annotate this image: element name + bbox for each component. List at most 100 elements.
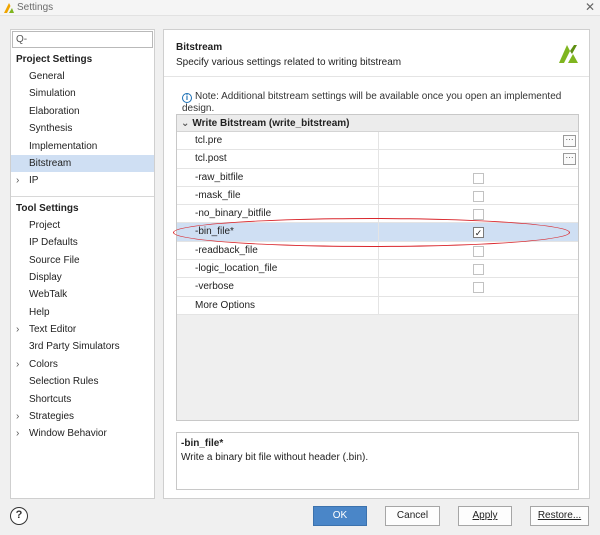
column-divider [378, 132, 379, 150]
sidebar-item-bitstream[interactable]: Bitstream [11, 154, 154, 173]
chevron-right-icon[interactable]: › [16, 408, 29, 425]
property-row-verbose[interactable]: -verbose [177, 278, 578, 297]
apply-button[interactable]: Apply [458, 506, 512, 526]
checkbox[interactable] [473, 282, 484, 294]
column-divider [378, 223, 379, 241]
property-name: -mask_file [195, 189, 241, 201]
checkbox[interactable] [473, 209, 484, 221]
sidebar-item-label: Implementation [29, 140, 98, 152]
chevron-right-icon[interactable]: › [16, 321, 29, 338]
property-row-logic-location-file[interactable]: -logic_location_file [177, 260, 578, 279]
property-name: tcl.post [195, 153, 227, 165]
sidebar-item-label: Source File [29, 254, 80, 266]
property-name: -verbose [195, 281, 234, 293]
sidebar-item-label: IP Defaults [29, 237, 78, 249]
sidebar-item-colors[interactable]: › Colors [11, 356, 154, 373]
sidebar-item-project[interactable]: Project [11, 217, 154, 234]
checkbox[interactable] [473, 245, 484, 257]
sidebar-item-label: Selection Rules [29, 376, 99, 388]
sidebar-item-display[interactable]: Display [11, 269, 154, 286]
checkbox[interactable]: ✓ [473, 227, 484, 239]
sidebar-item-label: IP [29, 175, 39, 187]
property-row-bin-file[interactable]: -bin_file* ✓ [177, 223, 578, 242]
browse-button[interactable]: ··· [563, 153, 576, 166]
sidebar-item-general[interactable]: General [11, 68, 154, 85]
chevron-right-icon[interactable]: › [16, 425, 29, 442]
sidebar-item-label: Text Editor [29, 324, 77, 336]
property-row-readback-file[interactable]: -readback_file [177, 241, 578, 261]
property-grid: ⌄ Write Bitstream (write_bitstream) tcl.p… [176, 114, 579, 421]
column-divider [378, 186, 379, 205]
vivado-brand-icon [559, 45, 578, 63]
property-row-tcl-post[interactable]: tcl.post ··· [177, 150, 578, 169]
divider [11, 195, 154, 197]
sidebar-item-ip[interactable]: › IP [11, 172, 154, 189]
chevron-right-icon[interactable]: › [16, 356, 29, 373]
search-icon: Q- [16, 34, 28, 45]
property-name: -bin_file* [195, 226, 234, 238]
checkbox[interactable] [473, 264, 484, 276]
sidebar-item-label: Project [29, 219, 61, 231]
sidebar-item-window-behavior[interactable]: › Window Behavior [11, 425, 154, 442]
help-icon[interactable]: ? [10, 507, 28, 525]
sidebar-item-text-editor[interactable]: › Text Editor [11, 321, 154, 338]
info-note-text: Note: Additional bitstream settings will… [182, 91, 562, 114]
grid-section-title: Write Bitstream (write_bitstream) [192, 118, 350, 129]
settings-nav-panel: Q- Project Settings General Simulation Elab… [10, 29, 155, 499]
sidebar-item-elaboration[interactable]: Elaboration [11, 103, 154, 120]
property-row-tcl-pre[interactable]: tcl.pre ··· [177, 132, 578, 151]
ok-button[interactable]: OK [313, 506, 367, 526]
window-title: Settings [17, 2, 54, 13]
panel-subtitle: Specify various settings related to writ… [176, 57, 402, 68]
property-row-mask-file[interactable]: -mask_file [177, 186, 578, 206]
property-name: -no_binary_bitfile [195, 208, 272, 220]
checkbox[interactable] [473, 172, 484, 184]
browse-button[interactable]: ··· [563, 135, 576, 147]
sidebar-item-selection-rules[interactable]: Selection Rules [11, 373, 154, 390]
column-divider [378, 296, 379, 314]
column-divider [378, 150, 379, 168]
sidebar-item-help[interactable]: Help [11, 304, 154, 321]
sidebar-item-source-file[interactable]: Source File [11, 252, 154, 269]
checkbox[interactable] [473, 190, 484, 202]
sidebar-item-synthesis[interactable]: Synthesis [11, 120, 154, 137]
property-name: -raw_bitfile [195, 171, 244, 183]
sidebar-item-strategies[interactable]: › Strategies [11, 408, 154, 425]
property-row-no-binary-bitfile[interactable]: -no_binary_bitfile [177, 205, 578, 224]
sidebar-item-shortcuts[interactable]: Shortcuts [11, 391, 154, 408]
panel-header: Bitstream Specify various settings relat… [164, 30, 589, 77]
restore-button[interactable]: Restore... [530, 506, 589, 526]
info-note: i Note: Additional bitstream settings wil… [182, 91, 589, 114]
search-input[interactable] [29, 33, 149, 46]
description-text: Write a binary bit file without header (… [181, 452, 369, 463]
cancel-button[interactable]: Cancel [385, 506, 440, 526]
property-row-raw-bitfile[interactable]: -raw_bitfile [177, 168, 578, 187]
sidebar-item-label: Strategies [29, 411, 75, 423]
panel-title: Bitstream [176, 42, 223, 53]
grid-section-header[interactable]: ⌄ Write Bitstream (write_bitstream) [177, 115, 578, 132]
property-rows: tcl.pre ··· tcl.post ··· -raw_bitfile -mask_f… [177, 132, 578, 315]
description-box: -bin_file* Write a binary bit file witho… [176, 432, 579, 490]
property-name: tcl.pre [195, 135, 223, 146]
close-icon[interactable]: ✕ [585, 0, 595, 14]
description-title: -bin_file* [181, 438, 224, 449]
sidebar-item-webtalk[interactable]: WebTalk [11, 286, 154, 303]
chevron-right-icon[interactable]: › [16, 172, 29, 189]
section-heading-tool-settings: Tool Settings [16, 202, 79, 214]
column-divider [378, 278, 379, 296]
sidebar-item-implementation[interactable]: Implementation [11, 138, 154, 155]
sidebar-item-simulation[interactable]: Simulation [11, 85, 154, 102]
info-icon: i [182, 93, 192, 103]
property-name: More Options [195, 299, 256, 311]
property-row-more-options[interactable]: More Options [177, 296, 578, 315]
sidebar-item-label: Display [29, 271, 62, 283]
sidebar-item-label: Window Behavior [29, 428, 107, 440]
sidebar-item-label: Synthesis [29, 123, 73, 135]
sidebar-item-label: Shortcuts [29, 393, 72, 405]
sidebar-item-3rd-party-simulators[interactable]: 3rd Party Simulators [11, 338, 154, 355]
search-box[interactable]: Q- [12, 31, 153, 48]
sidebar-item-label: Help [29, 306, 50, 318]
sidebar-item-label: 3rd Party Simulators [29, 341, 120, 353]
sidebar-item-label: Simulation [29, 88, 76, 100]
sidebar-item-ip-defaults[interactable]: IP Defaults [11, 234, 154, 251]
